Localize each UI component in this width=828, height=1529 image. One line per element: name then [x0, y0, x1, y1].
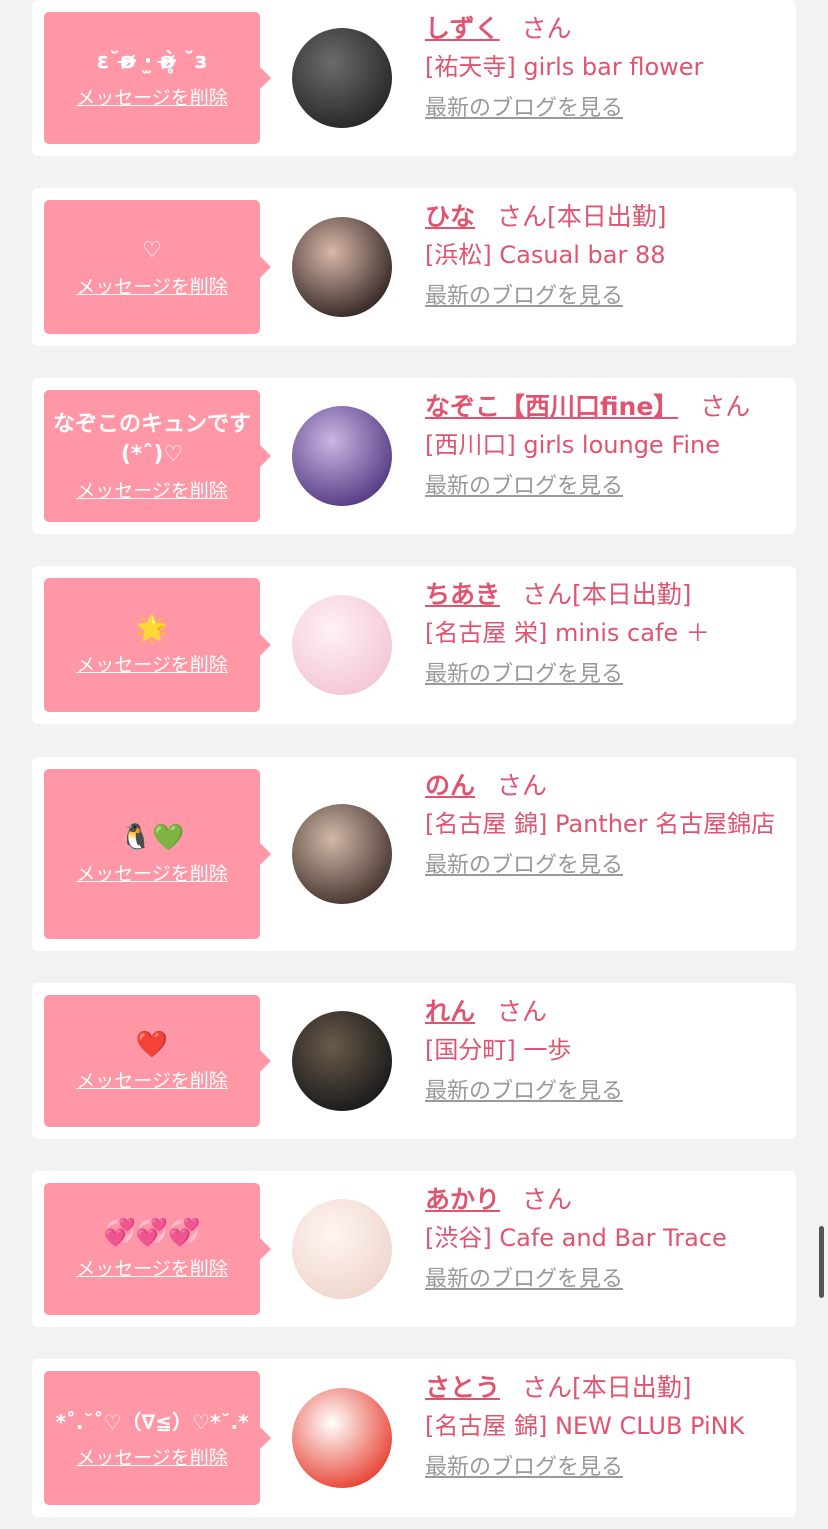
shop-info: [西川口] girls lounge Fine	[425, 431, 721, 459]
avatar[interactable]	[292, 217, 392, 317]
message-bubble: ε˘ʚ̴̶̷̷ ·̫ ʚ̴̶̷̥̀ ˘з メッセージを削除	[44, 12, 271, 144]
status-badge: [本日出勤]	[547, 202, 667, 231]
delete-message-link[interactable]: メッセージを削除	[76, 83, 228, 110]
honorific: さん	[700, 392, 751, 421]
shop-info: [渋谷] Cafe and Bar Trace	[425, 1224, 727, 1252]
avatar[interactable]	[292, 804, 392, 904]
message-text: 🐧💚	[119, 822, 185, 853]
honorific: さん	[522, 580, 573, 609]
message-text: 💞💞💞	[103, 1217, 201, 1248]
message-text: ε˘ʚ̴̶̷̷ ·̫ ʚ̴̶̷̥̀ ˘з	[96, 48, 208, 74]
message-text: *˚.˘˚♡（∇≦）♡*˘.*	[55, 1409, 249, 1434]
latest-blog-link[interactable]: 最新のブログを見る	[425, 658, 623, 692]
cast-name-link[interactable]: あかり	[425, 1185, 500, 1214]
latest-blog-link[interactable]: 最新のブログを見る	[425, 92, 623, 126]
message-card: 🐧💚 メッセージを削除 のん さん [名古屋 錦] Panther 名古屋錦店 最…	[32, 757, 796, 951]
cast-name-link[interactable]: ひな	[425, 202, 475, 231]
message-bubble: 🌟 メッセージを削除	[44, 578, 271, 712]
honorific: さん	[497, 202, 548, 231]
avatar[interactable]	[292, 1199, 392, 1299]
message-bubble: ❤️ メッセージを削除	[44, 995, 271, 1127]
delete-message-link[interactable]: メッセージを削除	[76, 476, 228, 503]
latest-blog-link[interactable]: 最新のブログを見る	[425, 1263, 623, 1297]
honorific: さん	[497, 771, 548, 800]
delete-message-link[interactable]: メッセージを削除	[76, 1066, 228, 1093]
message-bubble: ♡ メッセージを削除	[44, 200, 271, 334]
message-card: なぞこのキュンです(*ˆ)♡ メッセージを削除 なぞこ【西川口fine】 さん […	[32, 378, 796, 534]
avatar[interactable]	[292, 28, 392, 128]
honorific: さん	[521, 14, 572, 43]
message-card: 💞💞💞 メッセージを削除 あかり さん [渋谷] Cafe and Bar Tra…	[32, 1171, 796, 1327]
delete-message-link[interactable]: メッセージを削除	[76, 650, 228, 677]
delete-message-link[interactable]: メッセージを削除	[76, 272, 228, 299]
scrollbar[interactable]	[819, 1226, 824, 1298]
honorific: さん	[497, 997, 548, 1026]
delete-message-link[interactable]: メッセージを削除	[76, 1443, 228, 1470]
message-text: 🌟	[135, 613, 169, 644]
cast-name-link[interactable]: ちあき	[425, 580, 500, 609]
message-card: ε˘ʚ̴̶̷̷ ·̫ ʚ̴̶̷̥̀ ˘з メッセージを削除 しずく さん [祐天寺…	[32, 0, 796, 156]
cast-name-link[interactable]: のん	[425, 771, 475, 800]
message-card: ❤️ メッセージを削除 れん さん [国分町] 一歩 最新のブログを見る	[32, 983, 796, 1139]
cast-name-link[interactable]: れん	[425, 997, 475, 1026]
message-card: 🌟 メッセージを削除 ちあき さん[本日出勤] [名古屋 栄] minis caf…	[32, 566, 796, 724]
shop-info: [国分町] 一歩	[425, 1036, 572, 1064]
delete-message-link[interactable]: メッセージを削除	[76, 859, 228, 886]
latest-blog-link[interactable]: 最新のブログを見る	[425, 280, 623, 314]
cast-name-link[interactable]: なぞこ【西川口fine】	[425, 392, 678, 421]
status-badge: [本日出勤]	[572, 1373, 692, 1402]
message-bubble: なぞこのキュンです(*ˆ)♡ メッセージを削除	[44, 390, 271, 522]
latest-blog-link[interactable]: 最新のブログを見る	[425, 1451, 623, 1485]
message-bubble: 💞💞💞 メッセージを削除	[44, 1183, 271, 1315]
honorific: さん	[522, 1185, 573, 1214]
shop-info: [名古屋 錦] NEW CLUB PiNK	[425, 1412, 745, 1440]
message-card: *˚.˘˚♡（∇≦）♡*˘.* メッセージを削除 さとう さん[本日出勤] [名古…	[32, 1359, 796, 1517]
avatar[interactable]	[292, 595, 392, 695]
message-card: ♡ メッセージを削除 ひな さん[本日出勤] [浜松] Casual bar 88…	[32, 188, 796, 346]
latest-blog-link[interactable]: 最新のブログを見る	[425, 849, 623, 883]
honorific: さん	[522, 1373, 573, 1402]
latest-blog-link[interactable]: 最新のブログを見る	[425, 1075, 623, 1109]
message-text: なぞこのキュンです(*ˆ)♡	[52, 411, 251, 467]
message-text: ❤️	[135, 1029, 169, 1060]
message-bubble: *˚.˘˚♡（∇≦）♡*˘.* メッセージを削除	[44, 1371, 271, 1505]
latest-blog-link[interactable]: 最新のブログを見る	[425, 470, 623, 504]
avatar[interactable]	[292, 1011, 392, 1111]
status-badge: [本日出勤]	[572, 580, 692, 609]
delete-message-link[interactable]: メッセージを削除	[76, 1254, 228, 1281]
shop-info: [名古屋 錦] Panther 名古屋錦店	[425, 810, 776, 838]
message-text: ♡	[142, 237, 162, 263]
shop-info: [名古屋 栄] minis cafe ＋	[425, 619, 710, 647]
cast-name-link[interactable]: さとう	[425, 1373, 500, 1402]
avatar[interactable]	[292, 1388, 392, 1488]
avatar[interactable]	[292, 406, 392, 506]
shop-info: [浜松] Casual bar 88	[425, 241, 666, 269]
message-bubble: 🐧💚 メッセージを削除	[44, 769, 271, 939]
cast-name-link[interactable]: しずく	[425, 14, 500, 43]
shop-info: [祐天寺] girls bar flower	[425, 53, 704, 81]
